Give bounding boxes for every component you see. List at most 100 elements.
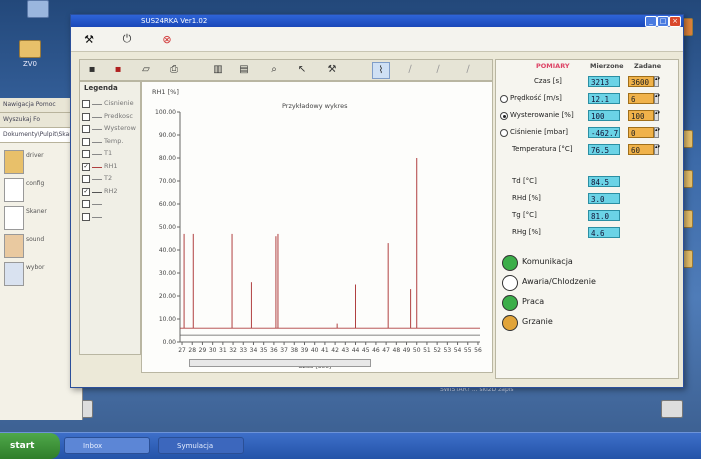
taskbar-button-inbox[interactable]: Inbox (64, 437, 150, 454)
legend-checkbox[interactable] (82, 112, 90, 121)
save-as-icon[interactable]: ▪ (110, 62, 126, 77)
set-value-input[interactable]: 60 (628, 144, 654, 155)
y-tick-label: 90.00 (159, 132, 176, 139)
legend-line-swatch (92, 129, 102, 130)
legend-item[interactable]: Temp. (82, 136, 140, 148)
y-tick-label: 100.00 (155, 109, 176, 116)
set-header: Zadane (634, 62, 662, 70)
table-icon[interactable]: ▤ (236, 62, 252, 77)
save-icon[interactable]: ▪ (84, 62, 100, 77)
param-label: Temperatura [°C] (512, 145, 573, 153)
measurement-panel: POMIARY Mierzone Zadane Czas [s] 3213 3600… (495, 59, 679, 379)
legend-item[interactable]: Wysterow (82, 123, 140, 135)
list-item[interactable]: config (4, 178, 80, 202)
spin-arrows-icon[interactable]: ▴▾ (654, 127, 660, 138)
legend-item[interactable]: T1 (82, 148, 140, 160)
legend-item[interactable] (82, 198, 140, 210)
maximize-button[interactable]: □ (657, 16, 669, 27)
legend-checkbox[interactable] (82, 175, 90, 183)
legend-checkbox[interactable] (82, 212, 90, 221)
measured-header: Mierzone (590, 62, 624, 70)
tools-icon[interactable]: ⚒ (79, 30, 99, 48)
legend-checkbox[interactable] (82, 137, 90, 146)
param-radio[interactable] (500, 112, 508, 120)
status-indicator: Praca (502, 294, 652, 312)
x-tick-label: 54 (454, 347, 462, 354)
start-button[interactable]: start (0, 433, 60, 459)
status-indicator: Awaria/Chlodzenie (502, 274, 652, 292)
legend-checkbox[interactable] (82, 150, 90, 158)
legend-checkbox[interactable]: ✓ (82, 162, 90, 171)
spin-arrows-icon[interactable]: ▴▾ (654, 76, 660, 87)
legend-item[interactable]: Cisnienie (82, 98, 140, 110)
legend-line-swatch (92, 154, 102, 155)
open-icon[interactable]: ▱ (138, 62, 154, 77)
wrench-icon[interactable]: ⚒ (324, 62, 340, 77)
spin-arrows-icon[interactable]: ▴▾ (654, 93, 660, 104)
pointer-icon[interactable]: ↖ (294, 62, 310, 77)
window-title[interactable]: SUS24RKA Ver1.02 (71, 15, 683, 27)
legend-item[interactable]: T2 (82, 173, 140, 185)
x-tick-label: 45 (362, 347, 370, 354)
desktop-icon-zv0[interactable]: ZV0 (8, 40, 52, 68)
legend-checkbox[interactable]: ✓ (82, 187, 90, 196)
spin-arrows-icon[interactable]: ▴▾ (654, 110, 660, 121)
zoom-icon[interactable]: ⌕ (266, 62, 282, 77)
grid-icon[interactable]: ▥ (210, 62, 226, 77)
chart-line-icon[interactable]: ⌇ (372, 62, 390, 79)
legend-item[interactable]: ✓ RH1 (82, 161, 140, 173)
list-item[interactable]: Skaner (4, 206, 80, 230)
print-icon[interactable]: ⎙ (166, 62, 182, 77)
x-tick-label: 50 (413, 347, 421, 354)
chart-area[interactable]: RH1 [%] Przykładowy wykres 0.00 10.00 20.0… (141, 81, 493, 373)
legend-item[interactable]: ✓ RH2 (82, 186, 140, 198)
computer-icon (27, 0, 49, 18)
file-icon (661, 400, 683, 418)
panel-title: POMIARY (536, 62, 570, 70)
measured-value: 100 (588, 110, 620, 121)
chart-scatter-icon[interactable]: ∕ (430, 62, 446, 77)
legend-checkbox[interactable] (82, 100, 90, 108)
x-tick-label: 51 (423, 347, 431, 354)
readout-value: 3.0 (588, 193, 620, 204)
chart-area-icon[interactable]: ∕ (460, 62, 476, 77)
measured-value: -462.7 (588, 127, 620, 138)
stop-icon[interactable]: ⊗ (157, 30, 177, 48)
param-radio[interactable] (500, 129, 508, 137)
legend-label: RH1 (104, 161, 118, 170)
y-tick-label: 60.00 (159, 201, 176, 208)
list-item[interactable]: sound (4, 234, 80, 258)
legend-checkbox[interactable] (82, 200, 90, 208)
y-tick-label: 80.00 (159, 155, 176, 162)
power-icon[interactable]: ⏻ (117, 30, 137, 48)
taskbar-button-app[interactable]: Symulacja (158, 437, 244, 454)
close-button[interactable]: × (669, 16, 681, 27)
readout-label: Td [°C] (512, 177, 537, 185)
set-value-input[interactable]: 0 (628, 127, 654, 138)
spin-arrows-icon[interactable]: ▴▾ (654, 144, 660, 155)
desktop-icon-top[interactable] (16, 0, 60, 20)
list-item[interactable]: driver (4, 150, 80, 174)
param-radio[interactable] (500, 95, 508, 103)
minimize-button[interactable]: _ (645, 16, 657, 27)
param-label: Ciśnienie [mbar] (510, 128, 568, 136)
folder-icon (4, 150, 24, 174)
set-value-input[interactable]: 3600 (628, 76, 654, 87)
legend-item[interactable]: Predkosc (82, 111, 140, 123)
list-item[interactable]: wybor (4, 262, 80, 286)
measured-value: 12.1 (588, 93, 620, 104)
x-tick-label: 41 (321, 347, 329, 354)
desktop-icon-label: ZV0 (22, 60, 38, 68)
legend-title: Legenda (84, 84, 118, 92)
chart-bar-icon[interactable]: ∕ (402, 62, 418, 77)
set-value-input[interactable]: 100 (628, 110, 654, 121)
set-value-input[interactable]: 6 (628, 93, 654, 104)
legend-checkbox[interactable] (82, 125, 90, 133)
y-tick-label: 50.00 (159, 224, 176, 231)
chart-scrollbar[interactable] (189, 359, 371, 367)
status-led-icon (502, 275, 518, 291)
desktop-icon-bottom-2[interactable] (650, 400, 694, 420)
status-label: Awaria/Chlodzenie (522, 277, 596, 286)
legend-item[interactable] (82, 211, 140, 223)
app-window[interactable]: SUS24RKA Ver1.02 _ □ × ⚒ ⏻ ⊗ ▪ ▪ ▱ ⎙ ▥ ▤… (70, 14, 684, 388)
